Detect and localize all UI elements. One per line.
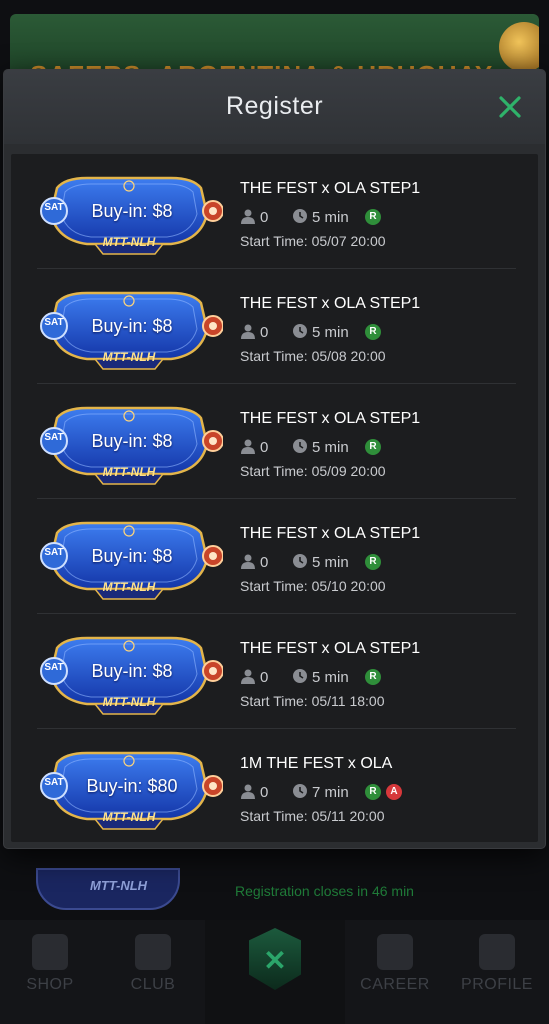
game-type-label: MTT-NLH: [102, 580, 156, 594]
buyin-label: Buy-in: $8: [91, 546, 173, 566]
game-type-label: MTT-NLH: [102, 695, 156, 709]
tournament-row[interactable]: SAT Buy-in: $8 MTT-NLH THE FEST x OLA ST…: [11, 269, 538, 384]
player-icon: [241, 554, 255, 569]
registration-closes-note: Registration closes in 46 min: [235, 883, 414, 899]
buyin-label: Buy-in: $8: [91, 201, 173, 221]
duration: 5 min: [312, 554, 349, 571]
close-button[interactable]: [495, 92, 525, 122]
tournament-list: SAT Buy-in: $8 MTT-NLH THE FEST x OLA ST…: [11, 154, 538, 842]
start-time: Start Time: 05/11 20:00: [240, 808, 385, 824]
tournament-name: 1M THE FEST x OLA: [240, 755, 393, 772]
modal-title: Register: [225, 92, 324, 120]
player-icon: [241, 784, 255, 799]
nav-profile[interactable]: PROFILE: [447, 920, 547, 1024]
player-icon: [241, 324, 255, 339]
tournament-name: THE FEST x OLA STEP1: [240, 410, 421, 427]
player-count: 0: [260, 209, 269, 226]
buyin-ticket: SAT Buy-in: $80 MTT-NLH: [35, 749, 223, 831]
rebuy-badge: R: [365, 209, 381, 225]
start-time: Start Time: 05/08 20:00: [240, 348, 386, 364]
nav-home[interactable]: ✕: [205, 920, 345, 1024]
tournament-name: THE FEST x OLA STEP1: [240, 640, 421, 657]
clock-icon: [293, 439, 307, 453]
buyin-ticket: SAT Buy-in: $8 MTT-NLH: [35, 519, 223, 601]
player-count: 0: [260, 669, 269, 686]
buyin-ticket: SAT Buy-in: $8 MTT-NLH: [35, 634, 223, 716]
duration: 5 min: [312, 669, 349, 686]
nav-club[interactable]: CLUB: [103, 920, 203, 1024]
player-count: 0: [260, 784, 269, 801]
player-count: 0: [260, 439, 269, 456]
player-icon: [241, 439, 255, 454]
home-logo-icon: ✕: [249, 928, 301, 990]
nav-career-label: CAREER: [360, 976, 430, 993]
tournament-name: THE FEST x OLA STEP1: [240, 180, 421, 197]
close-x-icon: [499, 96, 521, 118]
clock-icon: [293, 324, 307, 338]
duration: 5 min: [312, 209, 349, 226]
clock-icon: [293, 669, 307, 683]
tournament-row[interactable]: SAT Buy-in: $8 MTT-NLH THE FEST x OLA ST…: [11, 499, 538, 614]
buyin-ticket: SAT Buy-in: $8 MTT-NLH: [35, 404, 223, 486]
rebuy-badge: R: [365, 554, 381, 570]
player-count: 0: [260, 324, 269, 341]
shop-bag-icon: [32, 934, 68, 970]
register-modal: Register SAT Buy-in: $8 MTT-NLH THE FEST…: [4, 70, 545, 848]
nav-shop[interactable]: SHOP: [0, 920, 100, 1024]
rebuy-badge: R: [365, 784, 381, 800]
game-type-label: MTT-NLH: [102, 465, 156, 479]
rebuy-badge: R: [365, 669, 381, 685]
player-count: 0: [260, 554, 269, 571]
nav-club-label: CLUB: [130, 976, 176, 993]
buyin-ticket: SAT Buy-in: $8 MTT-NLH: [35, 174, 223, 256]
background-ticket: MTT-NLH: [36, 868, 180, 910]
rebuy-badge: R: [365, 439, 381, 455]
club-shield-icon: [135, 934, 171, 970]
addon-badge: A: [386, 784, 402, 800]
nav-profile-label: PROFILE: [461, 976, 533, 993]
tournament-name: THE FEST x OLA STEP1: [240, 525, 421, 542]
start-time: Start Time: 05/09 20:00: [240, 463, 386, 479]
duration: 7 min: [312, 784, 349, 801]
tournament-row[interactable]: SAT Buy-in: $8 MTT-NLH THE FEST x OLA ST…: [11, 614, 538, 729]
tournament-row[interactable]: SAT Buy-in: $8 MTT-NLH THE FEST x OLA ST…: [11, 384, 538, 499]
tournament-row[interactable]: SAT Buy-in: $80 MTT-NLH 1M THE FEST x OL…: [11, 729, 538, 844]
buyin-ticket: SAT Buy-in: $8 MTT-NLH: [35, 289, 223, 371]
game-type-label: MTT-NLH: [102, 810, 156, 824]
profile-person-icon: [479, 934, 515, 970]
clock-icon: [293, 784, 307, 798]
nav-shop-label: SHOP: [26, 976, 74, 993]
nav-career[interactable]: CAREER: [345, 920, 445, 1024]
clock-icon: [293, 209, 307, 223]
coin-icon: [499, 22, 539, 72]
tournament-name: THE FEST x OLA STEP1: [240, 295, 421, 312]
buyin-label: Buy-in: $8: [91, 316, 173, 336]
player-icon: [241, 209, 255, 224]
game-type-label: MTT-NLH: [102, 235, 156, 249]
game-type-label: MTT-NLH: [102, 350, 156, 364]
start-time: Start Time: 05/10 20:00: [240, 578, 386, 594]
bottom-navbar: SHOP CLUB ✕ CAREER PROFILE: [0, 920, 549, 1024]
buyin-label: Buy-in: $8: [91, 661, 173, 681]
modal-header: Register: [4, 70, 545, 144]
start-time: Start Time: 05/11 18:00: [240, 693, 385, 709]
career-chart-icon: [377, 934, 413, 970]
rebuy-badge: R: [365, 324, 381, 340]
start-time: Start Time: 05/07 20:00: [240, 233, 386, 249]
buyin-label: Buy-in: $8: [91, 431, 173, 451]
duration: 5 min: [312, 439, 349, 456]
background-ticket-label: MTT-NLH: [90, 878, 148, 893]
player-icon: [241, 669, 255, 684]
duration: 5 min: [312, 324, 349, 341]
buyin-label: Buy-in: $80: [86, 776, 178, 796]
clock-icon: [293, 554, 307, 568]
tournament-row[interactable]: SAT Buy-in: $8 MTT-NLH THE FEST x OLA ST…: [11, 154, 538, 269]
